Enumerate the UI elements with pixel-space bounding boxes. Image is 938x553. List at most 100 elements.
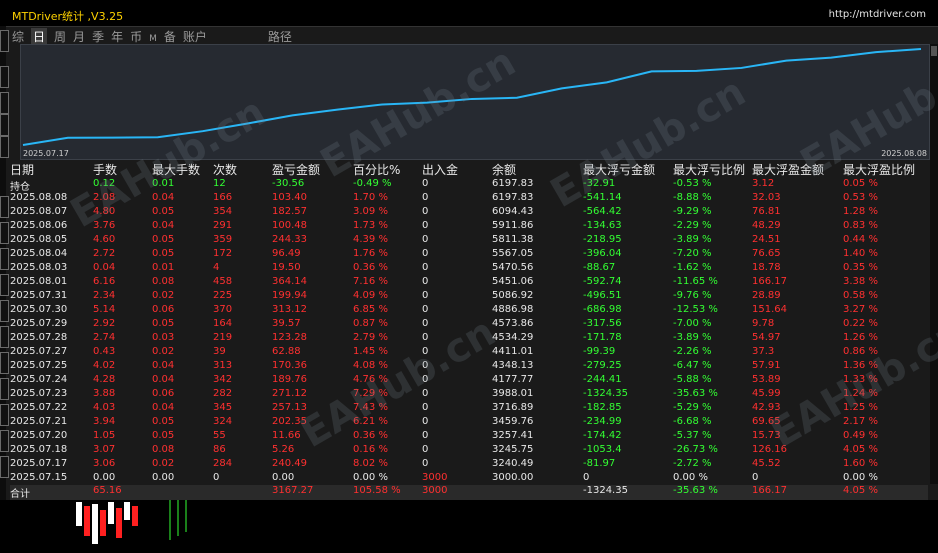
table-row[interactable]: 2025.07.25 4.02 0.04 313 170.36 4.08 % 0 4348.1… [10, 360, 928, 374]
cell-pct: 1.70 % [353, 192, 388, 203]
cell-max-drawdown-pct: -2.72 % [673, 458, 712, 469]
cell-pct: 4.09 % [353, 290, 388, 301]
table-row[interactable]: 2025.07.15 0.00 0.00 0 0.00 0.00 % 3000 3000.00… [10, 472, 928, 486]
left-edge-box [0, 136, 9, 158]
cell-pnl: 313.12 [272, 304, 307, 315]
cell-pnl: 170.36 [272, 360, 307, 371]
left-edge-box [0, 274, 9, 296]
cell-max-float-profit-pct: 0.35 % [843, 262, 878, 273]
table-row[interactable]: 2025.07.21 3.94 0.05 324 202.35 6.21 % 0 3459.7… [10, 416, 928, 430]
cell-deposit: 0 [422, 276, 429, 287]
holding-pct: -0.49 % [353, 178, 392, 189]
cell-date: 2025.07.28 [10, 332, 68, 343]
cell-max-lots: 0.05 [152, 416, 175, 427]
cell-lots: 3.88 [93, 388, 116, 399]
app-url-link[interactable]: http://mtdriver.com [829, 9, 926, 20]
holding-label: 持仓 [10, 182, 30, 193]
cell-count: 313 [213, 360, 233, 371]
cell-pnl: 11.66 [272, 430, 301, 441]
table-row[interactable]: 2025.07.31 2.34 0.02 225 199.94 4.09 % 0 5086.9… [10, 290, 928, 304]
table-row[interactable]: 2025.08.04 2.72 0.05 172 96.49 1.76 % 0 5567.05… [10, 248, 928, 262]
tab-7[interactable]: M [149, 34, 157, 44]
cell-lots: 3.94 [93, 416, 116, 427]
cell-max-float-profit-pct: 1.40 % [843, 248, 878, 259]
cell-balance: 6094.43 [492, 206, 534, 217]
cell-max-float-profit-pct: 1.60 % [843, 458, 878, 469]
table-row[interactable]: 2025.07.28 2.74 0.03 219 123.28 2.79 % 0 4534.2… [10, 332, 928, 346]
cell-max-float-profit: 45.52 [752, 458, 781, 469]
equity-line [22, 48, 922, 146]
table-row[interactable]: 2025.08.05 4.60 0.05 359 244.33 4.39 % 0 5811.3… [10, 234, 928, 248]
table-row[interactable]: 2025.07.29 2.92 0.05 164 39.57 0.87 % 0 4573.86… [10, 318, 928, 332]
tab-2[interactable]: 周 [54, 28, 66, 45]
cell-date: 2025.08.03 [10, 262, 68, 273]
cell-date: 2025.07.21 [10, 416, 68, 427]
tab-3[interactable]: 月 [73, 28, 85, 45]
cell-max-lots: 0.05 [152, 318, 175, 329]
cell-max-float-profit-pct: 0.22 % [843, 318, 878, 329]
table-row[interactable]: 2025.08.08 2.08 0.04 166 103.40 1.70 % 0 6197.8… [10, 192, 928, 206]
holding-max-lots: 0.01 [152, 178, 175, 189]
scrollbar[interactable] [930, 44, 938, 484]
cell-pct: 7.16 % [353, 276, 388, 287]
column-header-deposit: 出入金 [422, 163, 459, 177]
holding-row[interactable]: 持仓 0.12 0.01 12 -30.56 -0.49 % 0 6197.83 -32.91 -… [10, 178, 928, 193]
tab-8[interactable]: 备 [164, 28, 176, 45]
cell-pnl: 0.00 [272, 472, 295, 483]
column-header-max-drawdown: 最大浮亏金额 [583, 163, 656, 177]
cell-pnl: 240.49 [272, 458, 307, 469]
table-row[interactable]: 2025.08.03 0.04 0.01 4 19.50 0.36 % 0 5470.56 -8… [10, 262, 928, 276]
tab-6[interactable]: 币 [130, 28, 142, 45]
holding-max-float-profit: 3.12 [752, 178, 775, 189]
cell-max-float-profit-pct: 3.38 % [843, 276, 878, 287]
table-row[interactable]: 2025.08.07 4.80 0.05 354 182.57 3.09 % 0 6094.4… [10, 206, 928, 220]
left-edge-box [0, 430, 9, 452]
price-chart-background [0, 500, 938, 550]
cell-balance: 5086.92 [492, 290, 534, 301]
table-row[interactable]: 2025.07.23 3.88 0.06 282 271.12 7.29 % 0 3988.0… [10, 388, 928, 402]
cell-max-float-profit: 9.78 [752, 318, 775, 329]
table-row[interactable]: 2025.07.30 5.14 0.06 370 313.12 6.85 % 0 4886.9… [10, 304, 928, 318]
left-edge-box [0, 30, 9, 52]
tab-10[interactable]: 路径 [268, 28, 292, 45]
cell-max-drawdown-pct: -3.89 % [673, 234, 712, 245]
cell-max-drawdown-pct: -35.63 % [673, 388, 718, 399]
table-row[interactable]: 2025.07.20 1.05 0.05 55 11.66 0.36 % 0 3257.41 -… [10, 430, 928, 444]
left-edge-box [0, 300, 9, 322]
cell-deposit: 0 [422, 192, 429, 203]
tab-9[interactable]: 账户 [183, 28, 207, 45]
cell-balance: 3988.01 [492, 388, 534, 399]
cell-date: 2025.07.15 [10, 472, 68, 483]
total-deposit: 3000 [422, 485, 448, 496]
column-header-pnl: 盈亏金额 [272, 163, 321, 177]
cell-balance: 6197.83 [492, 192, 534, 203]
tab-5[interactable]: 年 [111, 28, 123, 45]
cell-max-float-profit-pct: 1.36 % [843, 360, 878, 371]
cell-balance: 4886.98 [492, 304, 534, 315]
tab-0[interactable]: 综 [12, 28, 24, 45]
cell-max-lots: 0.00 [152, 472, 175, 483]
tab-1[interactable]: 日 [31, 28, 48, 45]
cell-lots: 2.92 [93, 318, 116, 329]
cell-deposit: 0 [422, 388, 429, 399]
cell-max-float-profit-pct: 1.25 % [843, 402, 878, 413]
left-edge-box [0, 404, 9, 426]
tab-4[interactable]: 季 [92, 28, 104, 45]
cell-deposit: 3000 [422, 472, 448, 483]
cell-max-lots: 0.04 [152, 402, 175, 413]
table-row[interactable]: 2025.07.17 3.06 0.02 284 240.49 8.02 % 0 3240.4… [10, 458, 928, 472]
cell-max-float-profit: 126.16 [752, 444, 787, 455]
table-row[interactable]: 2025.07.27 0.43 0.02 39 62.88 1.45 % 0 4411.01 -… [10, 346, 928, 360]
scrollbar-thumb[interactable] [931, 46, 937, 56]
table-row[interactable]: 2025.07.18 3.07 0.08 86 5.26 0.16 % 0 3245.75 -1… [10, 444, 928, 458]
cell-max-drawdown-pct: -9.29 % [673, 206, 712, 217]
daily-stats-table: 日期 手数 最大手数 次数 盈亏金额 百分比% 出入金 余额 最大浮亏金额 最大浮亏比例 最大浮盈金… [10, 162, 928, 486]
table-row[interactable]: 2025.07.24 4.28 0.04 342 189.76 4.76 % 0 4177.7… [10, 374, 928, 388]
table-row[interactable]: 2025.07.22 4.03 0.04 345 257.13 7.43 % 0 3716.8… [10, 402, 928, 416]
candle [92, 504, 98, 544]
table-row[interactable]: 2025.08.01 6.16 0.08 458 364.14 7.16 % 0 5451.0… [10, 276, 928, 290]
table-row[interactable]: 2025.08.06 3.76 0.04 291 100.48 1.73 % 0 5911.8… [10, 220, 928, 234]
cell-max-drawdown-pct: -7.20 % [673, 248, 712, 259]
total-max-float-profit-pct: 4.05 % [843, 485, 878, 496]
cell-count: 55 [213, 430, 226, 441]
